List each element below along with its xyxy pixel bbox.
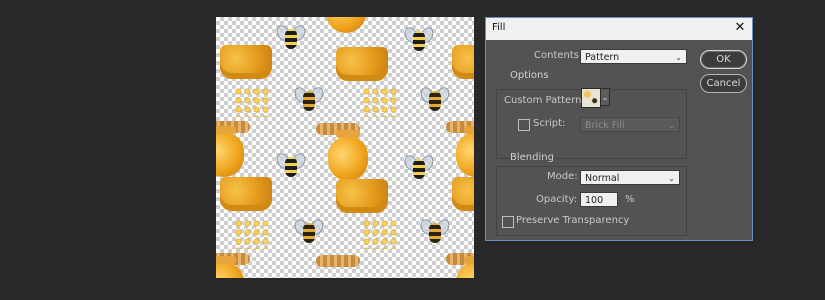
contents-select[interactable]: Pattern ⌄ (580, 49, 687, 64)
honey-jar-image (456, 256, 474, 278)
opacity-input[interactable]: 100 (580, 192, 618, 207)
opacity-unit: % (625, 194, 635, 205)
pattern-picker-chevron-icon[interactable]: ⌄ (600, 88, 610, 106)
bumblebee-image (402, 153, 436, 181)
fill-dialog: Fill ✕ Contents: Pattern ⌄ Options Custo… (485, 17, 753, 241)
contents-label: Contents: (534, 50, 583, 61)
honeycomb-cells-image (234, 87, 270, 117)
honey-jar-image (326, 17, 366, 33)
dialog-title: Fill (492, 22, 506, 33)
honeybee-image (292, 217, 326, 245)
chevron-down-icon: ⌄ (675, 53, 682, 62)
options-title: Options (510, 70, 549, 81)
honeycomb-image (452, 177, 474, 211)
mode-select[interactable]: Normal ⌄ (580, 170, 680, 185)
honeycomb-cells-image (234, 219, 270, 249)
opacity-label: Opacity: (536, 194, 578, 205)
honeycomb-image (336, 179, 388, 213)
honey-jar-image (456, 126, 474, 177)
chevron-down-icon: ⌄ (668, 174, 675, 183)
chevron-down-icon: ⌄ (668, 121, 675, 130)
blending-title: Blending (510, 152, 554, 163)
document-canvas[interactable] (216, 17, 474, 278)
honeycomb-image (220, 177, 272, 211)
script-select[interactable]: Brick Fill ⌄ (580, 117, 680, 132)
custom-pattern-label: Custom Pattern: (504, 95, 585, 106)
script-value: Brick Fill (585, 120, 625, 131)
preserve-transparency-checkbox[interactable] (502, 216, 514, 228)
honey-jar-image (328, 130, 368, 181)
mode-value: Normal (585, 173, 620, 184)
honey-dipper-image (316, 255, 360, 267)
cancel-button[interactable]: Cancel (700, 74, 747, 93)
honeybee-image (418, 217, 452, 245)
pattern-swatch[interactable] (581, 88, 601, 108)
mode-label: Mode: (547, 171, 578, 182)
honeycomb-cells-image (362, 87, 398, 117)
bumblebee-image (274, 23, 308, 51)
bumblebee-image (274, 151, 308, 179)
honeycomb-cells-image (362, 219, 398, 249)
script-label: Script: (533, 118, 566, 129)
honeybee-image (418, 85, 452, 113)
honeycomb-image (220, 45, 272, 79)
honeybee-image (292, 85, 326, 113)
dialog-titlebar[interactable]: Fill ✕ (486, 18, 752, 40)
honeycomb-image (452, 45, 474, 79)
close-icon[interactable]: ✕ (732, 20, 748, 36)
script-checkbox[interactable] (518, 119, 530, 131)
preserve-transparency-label: Preserve Transparency (516, 215, 630, 226)
ok-button[interactable]: OK (700, 50, 747, 69)
honeycomb-image (336, 47, 388, 81)
honey-jar-image (216, 256, 244, 278)
honey-jar-image (216, 126, 244, 177)
bumblebee-image (402, 25, 436, 53)
contents-value: Pattern (585, 52, 620, 63)
